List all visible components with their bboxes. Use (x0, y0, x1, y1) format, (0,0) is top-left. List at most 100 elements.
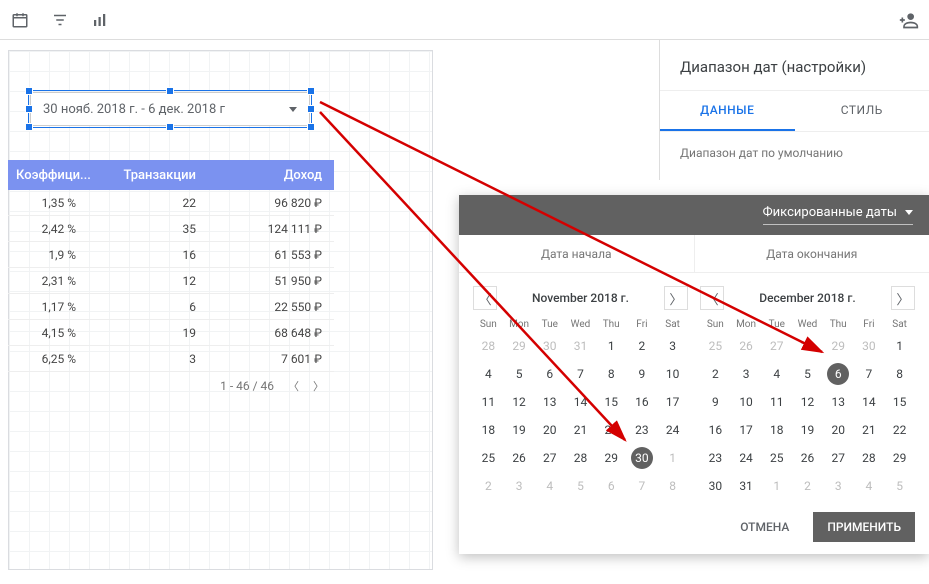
calendar-icon[interactable] (10, 10, 30, 30)
calendar-day[interactable]: 1 (884, 332, 915, 360)
calendar-day[interactable]: 8 (596, 360, 627, 388)
calendar-day[interactable]: 29 (504, 332, 535, 360)
calendar-day[interactable]: 19 (504, 416, 535, 444)
calendar-day[interactable]: 30 (627, 444, 658, 472)
calendar-day[interactable]: 12 (792, 388, 823, 416)
tab-style[interactable]: СТИЛЬ (795, 91, 929, 131)
cal-prev-button[interactable]: 〈 (473, 286, 497, 310)
pager-next-icon[interactable]: 〉 (313, 378, 324, 394)
calendar-day[interactable]: 6 (596, 472, 627, 500)
calendar-day[interactable]: 10 (657, 360, 688, 388)
calendar-day[interactable]: 30 (854, 332, 885, 360)
calendar-day[interactable]: 16 (627, 388, 658, 416)
calendar-day[interactable]: 27 (534, 444, 565, 472)
calendar-day[interactable]: 26 (504, 444, 535, 472)
calendar-day[interactable]: 5 (565, 472, 596, 500)
calendar-day[interactable]: 17 (731, 416, 762, 444)
calendar-day[interactable]: 25 (473, 444, 504, 472)
calendar-day[interactable]: 2 (627, 332, 658, 360)
calendar-day[interactable]: 14 (565, 388, 596, 416)
calendar-day[interactable]: 27 (823, 444, 854, 472)
calendar-day[interactable]: 22 (596, 416, 627, 444)
calendar-day[interactable]: 30 (700, 472, 731, 500)
calendar-day[interactable]: 2 (792, 472, 823, 500)
calendar-day[interactable]: 9 (627, 360, 658, 388)
calendar-day[interactable]: 15 (596, 388, 627, 416)
pager-prev-icon[interactable]: 〈 (288, 378, 299, 394)
calendar-day[interactable]: 3 (731, 360, 762, 388)
calendar-day[interactable]: 31 (565, 332, 596, 360)
date-mode-select[interactable]: Фиксированные даты (763, 205, 913, 225)
cal-next-button[interactable]: 〉 (664, 286, 688, 310)
calendar-day[interactable]: 8 (657, 472, 688, 500)
col-header-coeff[interactable]: Коэффици... (8, 168, 98, 183)
calendar-day[interactable]: 4 (473, 360, 504, 388)
calendar-day[interactable]: 26 (792, 444, 823, 472)
metrics-icon[interactable] (90, 10, 110, 30)
apply-button[interactable]: ПРИМЕНИТЬ (813, 512, 915, 542)
calendar-day[interactable]: 6 (534, 360, 565, 388)
cancel-button[interactable]: ОТМЕНА (726, 512, 803, 542)
date-range-widget[interactable]: 30 нояб. 2018 г. - 6 дек. 2018 г (30, 92, 310, 126)
calendar-day[interactable]: 1 (596, 332, 627, 360)
calendar-day[interactable]: 30 (534, 332, 565, 360)
calendar-day[interactable]: 2 (473, 472, 504, 500)
calendar-day[interactable]: 23 (700, 444, 731, 472)
calendar-day[interactable]: 17 (657, 388, 688, 416)
filter-icon[interactable] (50, 10, 70, 30)
tab-start-date[interactable]: Дата начала (459, 235, 695, 273)
calendar-day[interactable]: 28 (792, 332, 823, 360)
add-user-icon[interactable] (899, 10, 919, 30)
tab-end-date[interactable]: Дата окончания (695, 235, 929, 273)
calendar-day[interactable]: 23 (627, 416, 658, 444)
calendar-day[interactable]: 3 (504, 472, 535, 500)
col-header-trans[interactable]: Транзакции (98, 168, 208, 183)
calendar-day[interactable]: 22 (884, 416, 915, 444)
calendar-day[interactable]: 6 (823, 360, 854, 388)
calendar-day[interactable]: 20 (823, 416, 854, 444)
calendar-day[interactable]: 14 (854, 388, 885, 416)
calendar-day[interactable]: 21 (854, 416, 885, 444)
calendar-day[interactable]: 20 (534, 416, 565, 444)
calendar-day[interactable]: 3 (657, 332, 688, 360)
calendar-day[interactable]: 24 (731, 444, 762, 472)
calendar-day[interactable]: 13 (823, 388, 854, 416)
calendar-day[interactable]: 25 (761, 444, 792, 472)
calendar-day[interactable]: 4 (534, 472, 565, 500)
calendar-day[interactable]: 5 (884, 472, 915, 500)
calendar-day[interactable]: 3 (823, 472, 854, 500)
calendar-day[interactable]: 7 (854, 360, 885, 388)
calendar-day[interactable]: 10 (731, 388, 762, 416)
calendar-day[interactable]: 5 (504, 360, 535, 388)
calendar-day[interactable]: 19 (792, 416, 823, 444)
calendar-day[interactable]: 31 (731, 472, 762, 500)
calendar-day[interactable]: 24 (657, 416, 688, 444)
calendar-day[interactable]: 26 (731, 332, 762, 360)
calendar-day[interactable]: 28 (565, 444, 596, 472)
calendar-day[interactable]: 9 (700, 388, 731, 416)
calendar-day[interactable]: 16 (700, 416, 731, 444)
calendar-day[interactable]: 28 (854, 444, 885, 472)
calendar-day[interactable]: 27 (761, 332, 792, 360)
tab-data[interactable]: ДАННЫЕ (660, 91, 795, 131)
calendar-day[interactable]: 4 (761, 360, 792, 388)
cal-next-button[interactable]: 〉 (891, 286, 915, 310)
calendar-day[interactable]: 29 (884, 444, 915, 472)
calendar-day[interactable]: 12 (504, 388, 535, 416)
calendar-day[interactable]: 1 (657, 444, 688, 472)
calendar-day[interactable]: 11 (473, 388, 504, 416)
calendar-day[interactable]: 29 (596, 444, 627, 472)
calendar-day[interactable]: 1 (761, 472, 792, 500)
calendar-day[interactable]: 29 (823, 332, 854, 360)
calendar-day[interactable]: 8 (884, 360, 915, 388)
calendar-day[interactable]: 7 (627, 472, 658, 500)
calendar-day[interactable]: 7 (565, 360, 596, 388)
calendar-day[interactable]: 5 (792, 360, 823, 388)
calendar-day[interactable]: 13 (534, 388, 565, 416)
calendar-day[interactable]: 18 (761, 416, 792, 444)
calendar-day[interactable]: 4 (854, 472, 885, 500)
calendar-day[interactable]: 15 (884, 388, 915, 416)
calendar-day[interactable]: 28 (473, 332, 504, 360)
cal-prev-button[interactable]: 〈 (700, 286, 724, 310)
calendar-day[interactable]: 25 (700, 332, 731, 360)
